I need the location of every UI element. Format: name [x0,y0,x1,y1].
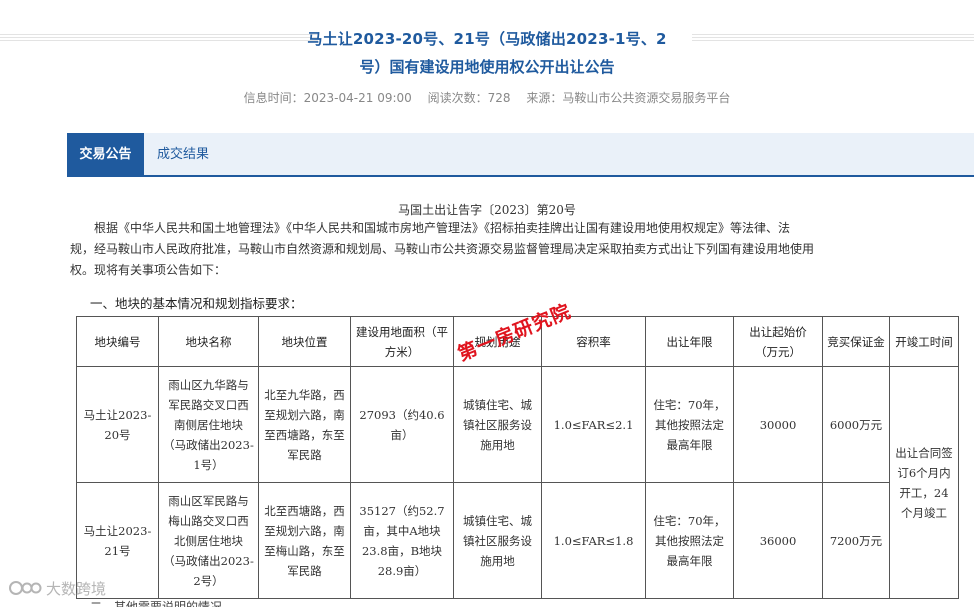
cell-start-price: 30000 [733,366,823,483]
th-start-price: 出让起始价（万元） [733,316,823,367]
tab-trade-announcement[interactable]: 交易公告 [67,133,144,177]
cell-area: 27093（约40.6亩） [350,366,454,483]
th-parcel-name: 地块名称 [158,316,259,367]
table-row: 马土让2023-20号 雨山区九华路与军民路交叉口西南侧居住地块（马政储出202… [76,366,959,599]
cell-location: 北至西塘路，西至规划六路，南至梅山路，东至军民路 [258,482,351,599]
cell-far: 1.0≤FAR≤2.1 [541,366,646,483]
cell-parcel-name: 雨山区军民路与梅山路交叉口西北侧居住地块（马政储出2023-2号） [158,482,259,599]
th-location: 地块位置 [258,316,351,367]
th-parcel-no: 地块编号 [76,316,159,367]
cell-use: 城镇住宅、城镇社区服务设施用地 [453,482,542,599]
watermark-text: 大数跨境 [46,580,107,598]
source: 来源：马鞍山市公共资源交易服务平台 [526,91,731,105]
th-area: 建设用地面积（平方米） [350,316,454,367]
cell-parcel-name: 雨山区九华路与军民路交叉口西南侧居住地块（马政储出2023-1号） [158,366,259,483]
section-heading: 一、地块的基本情况和规划指标要求： [90,296,303,311]
title-line-1: 马土让2023-20号、21号（马政储出2023-1号、2 [307,30,667,48]
tab-deal-result[interactable]: 成交结果 [144,133,222,177]
document-number: 马国土出让告字〔2023〕第20号 [398,203,576,217]
cell-start-price: 36000 [733,482,823,599]
watermark-logo-icon [8,580,42,600]
title-line-2: 号）国有建设用地使用权公开出让公告 [359,58,615,76]
cell-parcel-no: 马土让2023-20号 [76,366,159,483]
intro-line-3: 权。现将有关事项公告如下： [70,263,227,277]
corner-watermark: 大数跨境 [8,578,106,600]
section-2-heading-partial: 二、其他需要说明的情况 [90,600,223,607]
cell-far: 1.0≤FAR≤1.8 [541,482,646,599]
cell-location: 北至九华路，西至规划六路，南至西塘路，东至军民路 [258,366,351,483]
tab-bar: 交易公告 成交结果 [67,133,974,177]
th-deposit: 竞买保证金 [822,316,890,367]
read-count: 阅读次数：728 [427,91,511,105]
article-meta: 信息时间：2023-04-21 09:00 阅读次数：728 来源：马鞍山市公共… [0,89,974,106]
intro-paragraph: 根据《中华人民共和国土地管理法》《中华人民共和国城市房地产管理法》《招标拍卖挂牌… [70,218,928,281]
intro-line-1: 根据《中华人民共和国土地管理法》《中华人民共和国城市房地产管理法》《招标拍卖挂牌… [94,221,791,235]
cell-term: 住宅：70年，其他按照法定最高年限 [645,482,734,599]
intro-line-2: 规，经马鞍山市人民政府批准，马鞍山市自然资源和规划局、马鞍山市公共资源交易监督管… [70,242,815,256]
cell-start-finish: 出让合同签订6个月内开工，24个月竣工 [889,366,959,599]
table-row: 马土让2023-21号 雨山区军民路与梅山路交叉口西北侧居住地块（马政储出202… [76,482,959,599]
cell-deposit: 6000万元 [822,366,890,483]
cell-area: 35127（约52.7亩，其中A地块23.8亩，B地块28.9亩） [350,482,454,599]
cell-deposit: 7200万元 [822,482,890,599]
info-time: 信息时间：2023-04-21 09:00 [243,91,412,105]
cell-use: 城镇住宅、城镇社区服务设施用地 [453,366,542,483]
parcel-table: 地块编号 地块名称 地块位置 建设用地面积（平方米） 规划用途 容积率 出让年限… [76,316,959,599]
cell-term: 住宅：70年，其他按照法定最高年限 [645,366,734,483]
th-term: 出让年限 [645,316,734,367]
th-start-finish: 开竣工时间 [889,316,959,367]
